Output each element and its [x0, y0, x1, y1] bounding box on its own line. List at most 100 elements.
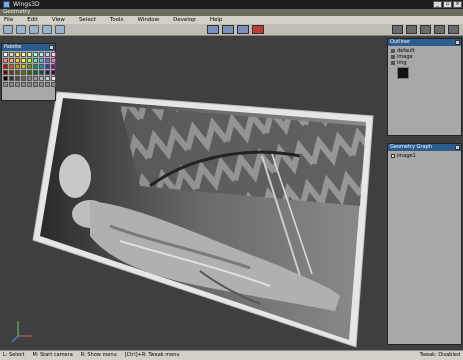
status-mmb: M: Start camera	[32, 352, 73, 358]
menu-window[interactable]: Window	[135, 17, 161, 23]
face-select-mode-icon[interactable]	[237, 25, 249, 34]
palette-swatch[interactable]	[51, 64, 56, 69]
palette-window: Palette	[1, 43, 56, 101]
view-toggle-icon-3[interactable]	[420, 25, 431, 34]
palette-swatch[interactable]	[15, 70, 20, 75]
palette-swatch[interactable]	[51, 76, 56, 81]
palette-swatch[interactable]	[9, 64, 14, 69]
palette-title: Palette	[4, 44, 22, 50]
palette-swatch[interactable]	[15, 64, 20, 69]
palette-swatch[interactable]	[21, 70, 26, 75]
palette-swatch[interactable]	[21, 82, 26, 87]
palette-swatch[interactable]	[27, 64, 32, 69]
palette-swatch[interactable]	[45, 64, 50, 69]
menu-file[interactable]: File	[2, 17, 15, 23]
palette-swatch[interactable]	[51, 70, 56, 75]
outliner-title-bar: Outliner	[388, 39, 461, 46]
palette-swatch[interactable]	[15, 76, 20, 81]
palette-swatch[interactable]	[33, 76, 38, 81]
palette-swatch[interactable]	[39, 58, 44, 63]
palette-swatch[interactable]	[45, 58, 50, 63]
outliner-item[interactable]: Img	[391, 60, 458, 66]
menu-bar: File Edit View Select Tools Window Devel…	[0, 16, 463, 24]
palette-swatch[interactable]	[33, 82, 38, 87]
geometry-graph-close-icon[interactable]	[455, 145, 460, 150]
palette-swatch[interactable]	[27, 52, 32, 57]
palette-swatch[interactable]	[3, 52, 8, 57]
palette-swatch[interactable]	[15, 58, 20, 63]
palette-swatch[interactable]	[51, 82, 56, 87]
palette-swatch[interactable]	[3, 64, 8, 69]
palette-swatch[interactable]	[9, 58, 14, 63]
view-toggle-icon-4[interactable]	[434, 25, 445, 34]
view-toggle-icon-1[interactable]	[392, 25, 403, 34]
palette-swatch[interactable]	[45, 52, 50, 57]
palette-swatch[interactable]	[9, 82, 14, 87]
palette-swatch[interactable]	[3, 70, 8, 75]
palette-swatch[interactable]	[33, 58, 38, 63]
menu-view[interactable]: View	[50, 17, 67, 23]
palette-swatch[interactable]	[9, 70, 14, 75]
palette-swatch[interactable]	[33, 64, 38, 69]
geometry-graph-window: Geometry Graph image1	[387, 143, 462, 345]
palette-swatch[interactable]	[39, 70, 44, 75]
open-file-icon[interactable]	[16, 25, 26, 34]
redo-arrow-icon[interactable]	[55, 25, 65, 34]
palette-swatch[interactable]	[45, 76, 50, 81]
palette-swatch[interactable]	[21, 52, 26, 57]
minimize-button[interactable]: _	[433, 1, 442, 8]
undo-arrow-icon[interactable]	[42, 25, 52, 34]
save-file-icon[interactable]	[29, 25, 39, 34]
palette-swatch[interactable]	[27, 58, 32, 63]
menu-tools[interactable]: Tools	[108, 17, 126, 23]
menu-select[interactable]: Select	[77, 17, 98, 23]
window-title: Wings3D	[13, 1, 40, 8]
palette-swatch[interactable]	[3, 58, 8, 63]
toolbar	[0, 24, 463, 36]
palette-swatch[interactable]	[51, 58, 56, 63]
geometry-graph-item[interactable]: image1	[388, 151, 461, 161]
palette-swatch[interactable]	[33, 70, 38, 75]
palette-swatch[interactable]	[39, 76, 44, 81]
palette-swatch[interactable]	[21, 76, 26, 81]
view-toggle-icon-2[interactable]	[406, 25, 417, 34]
palette-swatch[interactable]	[33, 52, 38, 57]
menu-help[interactable]: Help	[208, 17, 225, 23]
edge-select-mode-icon[interactable]	[222, 25, 234, 34]
palette-swatch[interactable]	[39, 82, 44, 87]
palette-swatch[interactable]	[45, 82, 50, 87]
palette-close-icon[interactable]	[49, 45, 54, 50]
vertex-select-mode-icon[interactable]	[207, 25, 219, 34]
outliner-close-icon[interactable]	[455, 40, 460, 45]
palette-swatch[interactable]	[3, 76, 8, 81]
close-button[interactable]: ×	[453, 1, 462, 8]
image-icon	[391, 55, 395, 59]
menu-develop[interactable]: Develop	[171, 17, 198, 23]
outliner-title: Outliner	[390, 39, 411, 45]
palette-swatch[interactable]	[27, 76, 32, 81]
palette-swatch[interactable]	[21, 58, 26, 63]
palette-swatch[interactable]	[27, 82, 32, 87]
maximize-button[interactable]: ▫	[443, 1, 452, 8]
palette-swatch[interactable]	[15, 52, 20, 57]
palette-swatch[interactable]	[45, 70, 50, 75]
palette-swatch[interactable]	[51, 52, 56, 57]
palette-swatch[interactable]	[27, 70, 32, 75]
image-thumbnail[interactable]	[397, 67, 409, 79]
geometry-tab[interactable]: Geometry	[0, 9, 463, 16]
new-file-icon[interactable]	[3, 25, 13, 34]
geometry-graph-title: Geometry Graph	[390, 144, 432, 150]
palette-swatch[interactable]	[39, 52, 44, 57]
status-lmb: L: Select	[3, 352, 25, 358]
palette-swatch[interactable]	[15, 82, 20, 87]
status-bar: L: Select M: Start camera R: Show menu […	[0, 350, 463, 360]
menu-edit[interactable]: Edit	[25, 17, 40, 23]
palette-swatch[interactable]	[9, 76, 14, 81]
palette-swatch[interactable]	[39, 64, 44, 69]
palette-swatch[interactable]	[3, 82, 8, 87]
palette-swatch[interactable]	[21, 64, 26, 69]
geometry-graph-title-bar: Geometry Graph	[388, 144, 461, 151]
view-toggle-icon-5[interactable]	[448, 25, 459, 34]
body-select-mode-icon[interactable]	[252, 25, 264, 34]
palette-swatch[interactable]	[9, 52, 14, 57]
